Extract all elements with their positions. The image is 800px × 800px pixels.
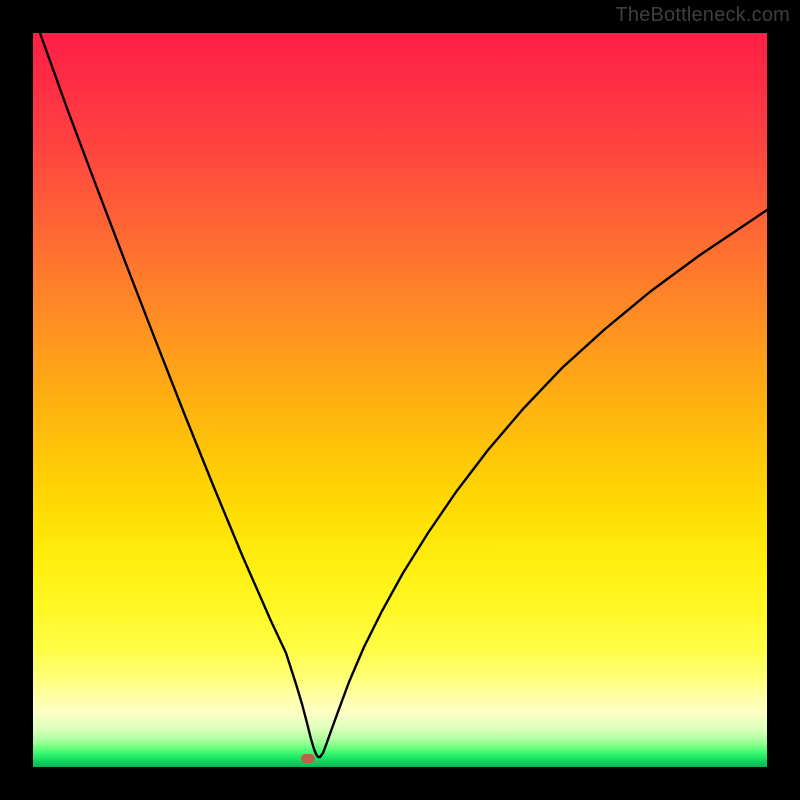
curve-path [40, 33, 767, 757]
bottleneck-curve [33, 33, 767, 767]
plot-area [33, 33, 767, 767]
minimum-marker [301, 754, 315, 763]
chart-frame: TheBottleneck.com [0, 0, 800, 800]
watermark-text: TheBottleneck.com [615, 4, 790, 27]
